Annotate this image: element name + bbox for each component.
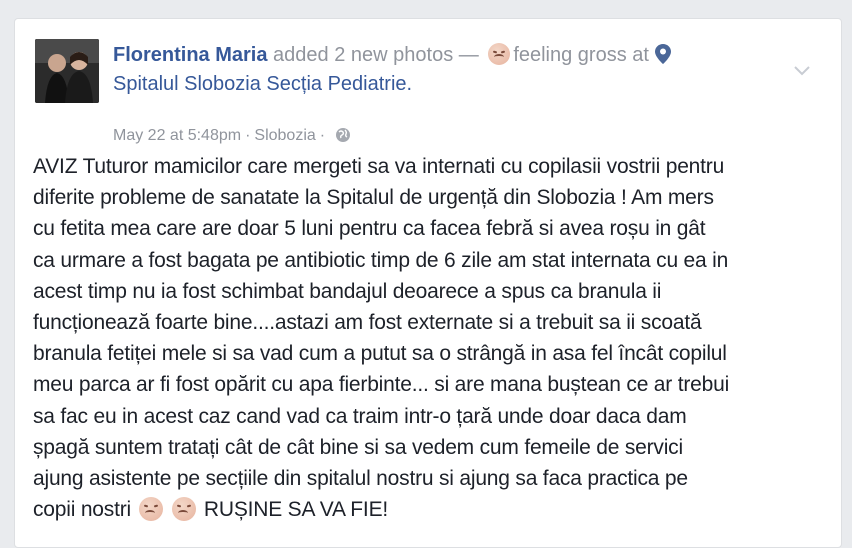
sick-face-emoji-icon bbox=[138, 497, 163, 522]
meta-separator-2: · bbox=[319, 127, 326, 144]
post-text-last-line: copii nostri RUȘINE SA VA FIE! bbox=[33, 494, 833, 525]
post-card: Florentina Maria added 2 new photos — fe… bbox=[14, 18, 842, 548]
post-text-line: sa fac eu in acest caz cand vad ca traim… bbox=[33, 404, 687, 428]
post-text-line: AVIZ Tuturor mamicilor care mergeti sa v… bbox=[33, 155, 725, 178]
post-text-line: meu parca ar fi fost opărit cu apa fierb… bbox=[33, 373, 730, 397]
location-pin-icon bbox=[654, 44, 671, 64]
sick-face-emoji-icon bbox=[172, 497, 197, 522]
post-text-line: diferite probleme de sanatate la Spitalu… bbox=[33, 186, 714, 210]
post-text-line: cu fetita mea care are doar 5 luni pentr… bbox=[33, 217, 706, 241]
post-text-segment: copii nostri bbox=[33, 498, 131, 522]
sick-face-emoji-icon bbox=[488, 43, 511, 65]
action-text: added 2 new photos — bbox=[267, 44, 485, 66]
meta-separator: · bbox=[245, 127, 251, 144]
avatar[interactable] bbox=[35, 39, 99, 103]
post-text-line: funcționează foarte bine....astazi am fo… bbox=[33, 311, 702, 335]
author-name[interactable]: Florentina Maria bbox=[113, 44, 267, 66]
post-text-line: branula fetiței mele si sa vad cum a put… bbox=[33, 342, 727, 366]
globe-icon[interactable] bbox=[335, 127, 351, 143]
timestamp[interactable]: May 22 at 5:48pm bbox=[113, 127, 241, 144]
post-text-line: ca urmare a fost bagata pe antibiotic ti… bbox=[33, 248, 729, 272]
post-body: AVIZ Tuturor mamicilor care mergeti sa v… bbox=[33, 151, 833, 525]
place-link[interactable]: Spitalul Slobozia Secția Pediatrie. bbox=[113, 73, 412, 95]
feeling-text[interactable]: feeling gross at bbox=[513, 44, 649, 66]
chevron-down-icon[interactable] bbox=[793, 65, 811, 77]
avatar-photo bbox=[35, 39, 99, 103]
location-text[interactable]: Slobozia bbox=[254, 127, 315, 144]
post-headline: Florentina Maria added 2 new photos — fe… bbox=[113, 41, 793, 99]
post-header: Florentina Maria added 2 new photos — fe… bbox=[35, 39, 821, 144]
post-text-line: ajung asistente pe secțiile din spitalul… bbox=[33, 467, 688, 491]
post-meta: May 22 at 5:48pm · Slobozia · bbox=[113, 127, 351, 145]
post-text-line: șpagă suntem tratați cât de cât bine si … bbox=[33, 435, 683, 459]
post-text-line: acest timp nu ia fost schimbat bandajul … bbox=[33, 279, 662, 303]
post-text-segment: RUȘINE SA VA FIE! bbox=[203, 498, 389, 522]
